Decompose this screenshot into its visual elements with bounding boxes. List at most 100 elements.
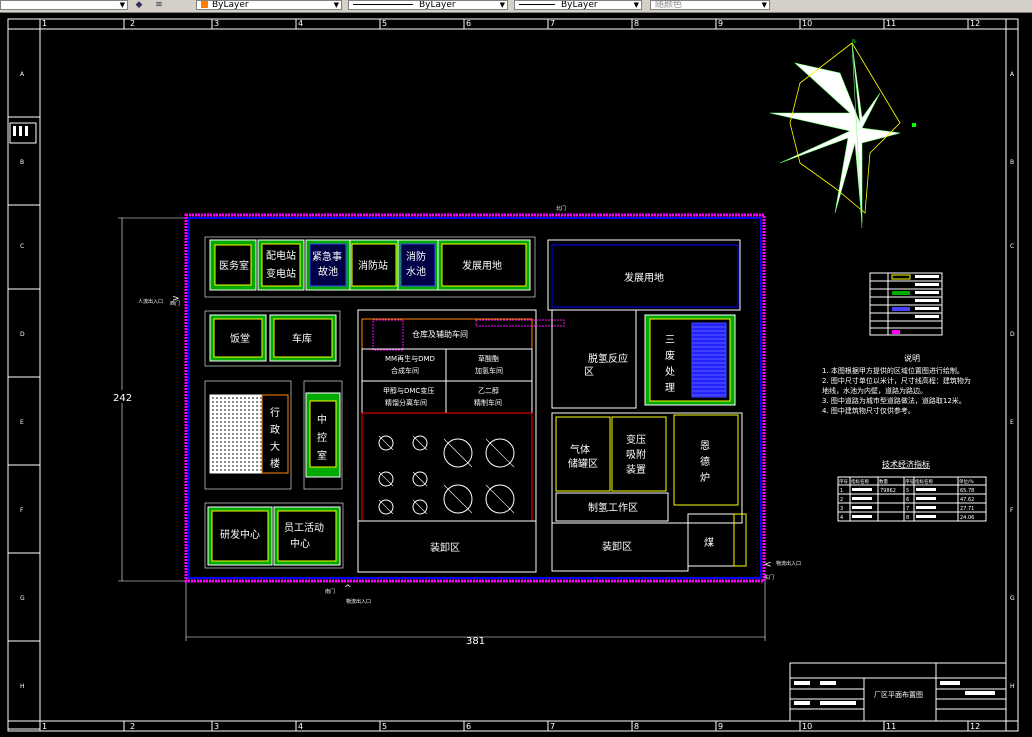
- glycol-label-1: 乙二醇: [478, 386, 499, 395]
- grid-column-label: 7: [550, 722, 555, 731]
- grid-row-label: C: [20, 243, 24, 250]
- color-combo[interactable]: ByLayer ▼: [196, 0, 342, 10]
- loading-area-right[interactable]: 装卸区: [551, 522, 689, 572]
- lineweight-sample: [519, 4, 555, 5]
- linetype-value: ByLayer: [419, 0, 456, 10]
- building-canteen[interactable]: 饭堂: [209, 314, 267, 362]
- econ-cell: 1: [840, 488, 843, 494]
- grid-column-label: 4: [298, 722, 303, 731]
- building-mm[interactable]: MM再生与DMD 合成车间: [361, 348, 447, 382]
- grid-column-label: 1: [42, 19, 47, 28]
- layer-stack-icon[interactable]: ≋: [152, 0, 166, 10]
- grid-column-label: 9: [718, 19, 723, 28]
- econ-title: 技术经济指标: [882, 459, 930, 469]
- building-rnd[interactable]: 研发中心: [207, 506, 273, 566]
- color-swatch-icon: [201, 1, 208, 8]
- econ-cell: 6: [906, 497, 909, 503]
- econ-table: 技术经济指标 序号 指标名称 数量 序号 指标名称 单位/%1 79862 5 65.782 6 4…: [837, 459, 987, 522]
- grid-column-label: 6: [466, 722, 471, 731]
- grid-column-label: 7: [550, 19, 555, 28]
- legend-bar: [25, 126, 28, 136]
- grid-column-label: 9: [718, 722, 723, 731]
- tank-farm: [361, 412, 533, 522]
- control-char-3: 室: [317, 449, 327, 462]
- econ-cell: 7: [906, 506, 909, 512]
- econ-cell: 8: [906, 515, 909, 521]
- coal-yard[interactable]: 煤: [687, 513, 747, 567]
- grid-labels: 112233445566778899101011111212A AB BC CD DE E…: [8, 19, 1015, 731]
- grid-row-label: B: [20, 159, 24, 166]
- decarb-reaction-area[interactable]: 脱氢反应 区: [551, 309, 637, 409]
- layer-combo[interactable]: ▼: [0, 0, 128, 10]
- color-value: ByLayer: [212, 0, 249, 10]
- note-line-4: 3. 图中道路为城市型道路做法，道路取12米。: [822, 396, 966, 405]
- hydrogen-label: 制氢工作区: [588, 501, 638, 514]
- east-gate-label: 东门: [764, 574, 774, 581]
- linetype-combo[interactable]: ByLayer ▼: [348, 0, 508, 10]
- building-glycol[interactable]: 乙二醇 精制车间: [445, 380, 533, 414]
- building-warehouse[interactable]: 仓库及辅助车间: [361, 318, 565, 351]
- building-control-room[interactable]: 中 控 室: [303, 380, 343, 490]
- note-line-1: 1. 本图根据甲方提供的区域位置图进行绘制。: [822, 366, 964, 375]
- grid-row-label: G: [20, 595, 25, 602]
- building-garage[interactable]: 车库: [269, 314, 337, 362]
- dev-land-left[interactable]: 发展用地: [437, 239, 531, 291]
- lineweight-value: ByLayer: [561, 0, 598, 10]
- drawing-svg[interactable]: 112233445566778899101011111212A AB BC CD DE E…: [0, 13, 1032, 733]
- grid-row-label: D: [1010, 331, 1015, 338]
- building-oxalic[interactable]: 草酸酯 加氢车间: [445, 348, 533, 382]
- title-block: 厂区平面布置图: [789, 662, 1007, 722]
- building-admin[interactable]: 行 政 大 楼: [204, 380, 292, 490]
- grid-row-label: F: [1010, 507, 1014, 514]
- gas-label-2: 储罐区: [568, 457, 598, 470]
- plotstyle-combo[interactable]: 随颜色 ▼: [650, 0, 770, 10]
- drawing-canvas[interactable]: 1 1 2 2 3 3 4 4 5 5 6 6 7 7 8 8 9 9 10 10 11 11 12 12 A A B B C C D D E E…: [0, 13, 1032, 733]
- arrow-up-icon: ^: [344, 584, 352, 594]
- loading-area-left[interactable]: 装卸区: [357, 520, 537, 573]
- power-station-label: 配电站: [266, 249, 296, 262]
- hydrogen-area[interactable]: 制氢工作区: [555, 492, 669, 522]
- lineweight-combo[interactable]: ByLayer ▼: [514, 0, 642, 10]
- emergency-pool[interactable]: 紧急事 故池: [305, 239, 351, 291]
- grid-row-label: G: [1010, 595, 1015, 602]
- econ-header: 指标名称: [851, 478, 869, 485]
- psa-unit[interactable]: 变压 吸附 装置: [611, 416, 667, 492]
- grid-column-label: 11: [886, 19, 896, 28]
- building-power[interactable]: 配电站 变电站: [257, 239, 305, 291]
- oxalic-label-1: 草酸酯: [478, 354, 499, 363]
- admin-char-1: 行: [270, 406, 280, 419]
- econ-header: 单位/%: [959, 478, 975, 485]
- legend-bar: [19, 126, 22, 136]
- loading-right-label: 装卸区: [602, 540, 632, 553]
- staff-label-1: 员工活动: [284, 522, 324, 534]
- layer-states-icon[interactable]: ◆: [132, 0, 146, 10]
- decarb-label-2: 区: [584, 366, 594, 378]
- boiler[interactable]: 恩 德 炉: [673, 414, 739, 506]
- econ-header: 指标名称: [915, 478, 933, 485]
- wind-rose: N: [769, 39, 916, 229]
- waste-char-2: 废: [665, 349, 675, 362]
- psa-label-1: 变压: [626, 433, 646, 446]
- coal-label: 煤: [704, 536, 714, 549]
- dev-land-right-label: 发展用地: [624, 271, 664, 284]
- fire-pool[interactable]: 消防 水池: [397, 239, 439, 291]
- oxalic-label-2: 加氢车间: [475, 366, 503, 375]
- gas-storage[interactable]: 气体 储罐区: [555, 416, 611, 492]
- building-clinic[interactable]: 医务室: [209, 239, 257, 291]
- grid-row-label: C: [1010, 243, 1014, 250]
- econ-header: 序号: [905, 478, 914, 485]
- building-staff-center[interactable]: 员工活动 中心: [273, 506, 341, 566]
- grid-column-label: 2: [130, 722, 135, 731]
- building-methanol[interactable]: 甲醇与DMC变压 精馏分离车间: [361, 380, 447, 414]
- building-fire-station[interactable]: 消防站: [349, 239, 399, 291]
- grid-row-label: B: [1010, 159, 1014, 166]
- grid-column-label: 10: [802, 19, 812, 28]
- dev-land-right[interactable]: 发展用地: [547, 239, 741, 311]
- notes: 说明 1. 本图根据甲方提供的区域位置图进行绘制。 2. 图中尺寸单位以米计，尺…: [822, 353, 971, 415]
- tank-group: [378, 435, 515, 515]
- waste-treatment[interactable]: 三 废 处 理: [644, 314, 736, 406]
- grid-column-label: 1: [42, 722, 47, 731]
- admin-char-3: 大: [270, 440, 280, 453]
- substation-label: 变电站: [266, 267, 296, 280]
- grid-column-label: 5: [382, 19, 387, 28]
